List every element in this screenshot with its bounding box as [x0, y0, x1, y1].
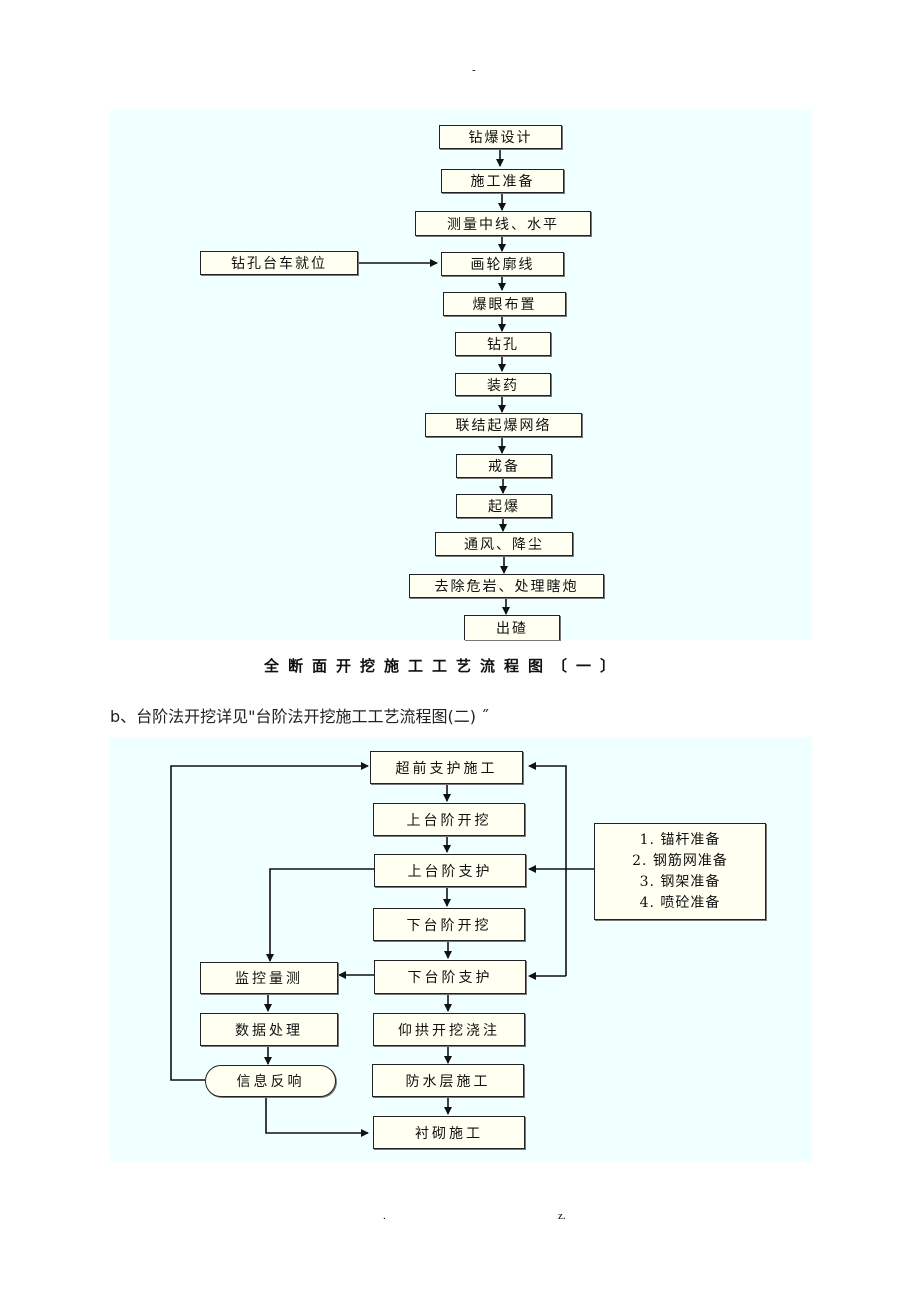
preparation-item-shotcrete: 4. 喷砼准备 [639, 894, 721, 911]
step-lining-construction: 衬砌施工 [373, 1116, 525, 1149]
step-information-feedback: 信息反响 [205, 1065, 336, 1097]
preparation-item-mesh: 2. 钢筋网准备 [632, 852, 728, 869]
flowchart-2-connectors [170, 762, 594, 1137]
arrow-upper-support-to-monitoring [266, 868, 374, 962]
step-upper-bench-support: 上台阶支护 [374, 854, 526, 887]
preparation-item-steel-frame: 3. 钢架准备 [639, 873, 721, 890]
step-invert-excavation-pour: 仰拱开挖浇注 [373, 1013, 525, 1046]
preparation-item-anchor: 1. 锚杆准备 [639, 831, 721, 848]
arrow-feedback-to-lining [265, 1097, 369, 1137]
loop-right-to-advance-support [528, 762, 567, 976]
step-advance-support: 超前支护施工 [370, 751, 523, 784]
step-lower-bench-excavation: 下台阶开挖 [373, 908, 525, 941]
footer-left-mark: . [383, 1210, 386, 1222]
step-lower-bench-support: 下台阶支护 [374, 960, 526, 994]
step-data-processing: 数据处理 [200, 1013, 338, 1046]
preparation-list-box: 1. 锚杆准备 2. 钢筋网准备 3. 钢架准备 4. 喷砼准备 [594, 823, 766, 920]
step-upper-bench-excavation: 上台阶开挖 [373, 803, 525, 836]
step-monitoring-measurement: 监控量测 [200, 962, 338, 994]
step-waterproofing: 防水层施工 [372, 1064, 524, 1097]
footer-right-mark: z. [558, 1210, 566, 1222]
